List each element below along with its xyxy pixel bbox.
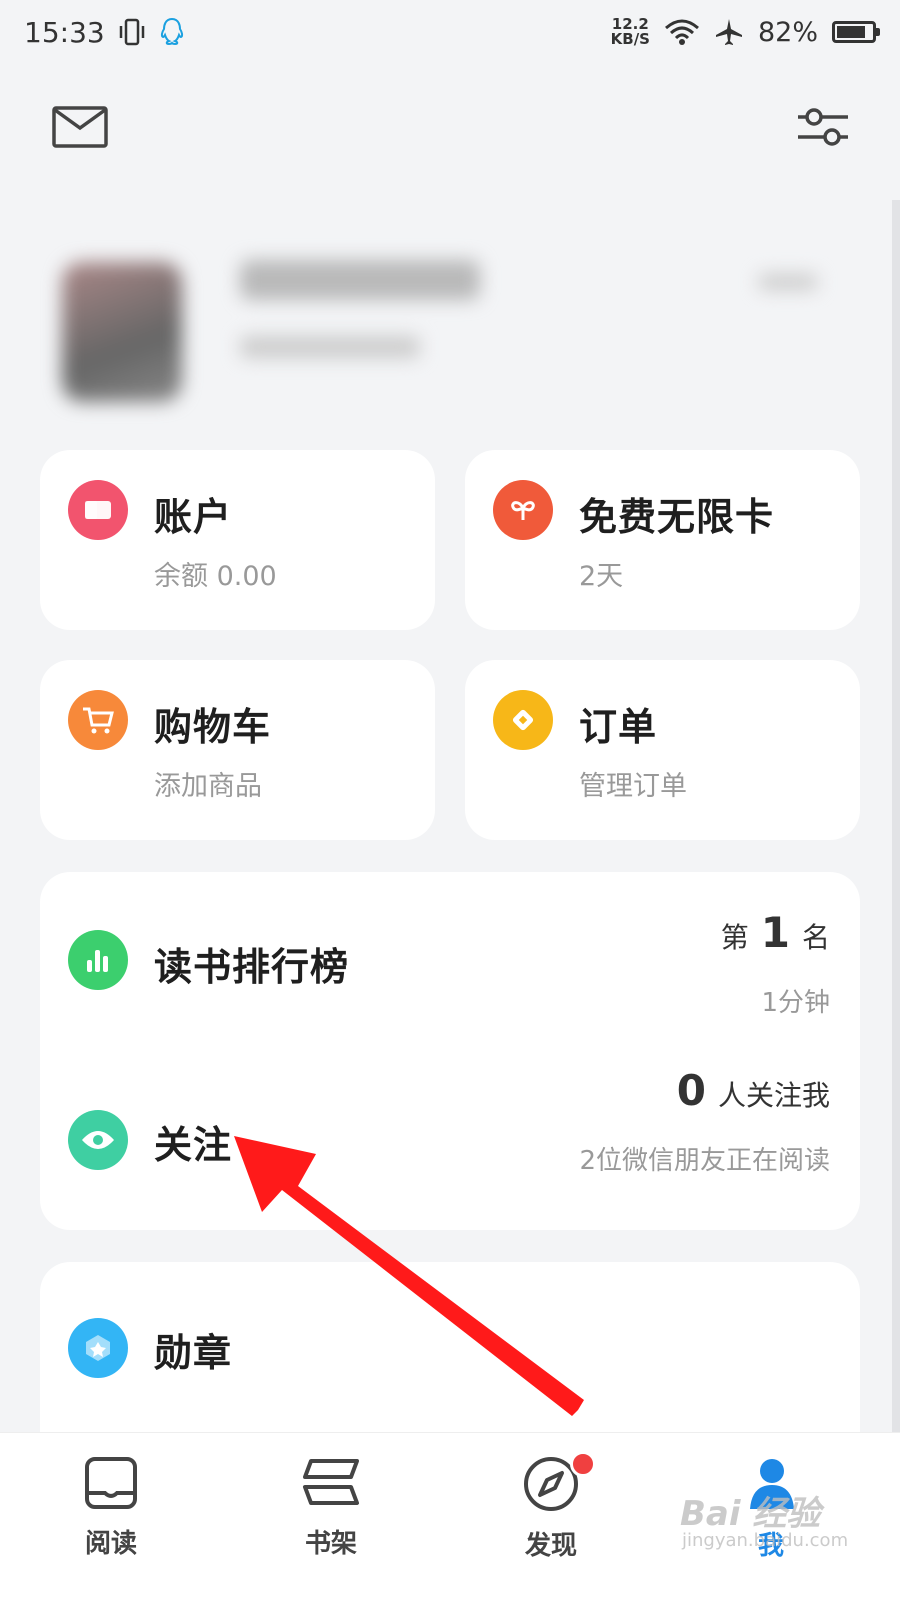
book-icon <box>85 1457 137 1509</box>
medal-title: 勋章 <box>154 1331 233 1375</box>
battery-percent: 82% <box>757 16 818 48</box>
reading-rank-title: 读书排行榜 <box>154 945 350 989</box>
orders-title: 订单 <box>579 705 658 749</box>
bookshelf-icon <box>303 1459 359 1505</box>
status-right: 12.2 KB/S 82% <box>611 16 880 48</box>
battery-icon <box>832 21 880 43</box>
rank-prefix: 第 <box>720 921 749 954</box>
profile-header[interactable] <box>40 232 888 432</box>
profile-right-blurred <box>758 274 818 290</box>
tab-bookshelf-label: 书架 <box>304 1529 357 1559</box>
settings-button[interactable] <box>796 104 850 150</box>
sliders-icon <box>798 108 848 146</box>
account-title: 账户 <box>154 495 233 539</box>
notification-dot <box>570 1451 596 1477</box>
reading-time: 1分钟 <box>761 988 830 1018</box>
avatar[interactable] <box>62 262 182 402</box>
infinity-card-icon <box>493 480 553 540</box>
rank-number: 1 <box>760 908 790 957</box>
status-bar: 15:33 12.2 KB/S 82% <box>0 0 900 64</box>
follower-count: 0 <box>676 1066 706 1115</box>
tab-read-label: 阅读 <box>84 1529 137 1559</box>
mail-icon <box>52 106 108 148</box>
orders-subtitle: 管理订单 <box>579 771 687 802</box>
bar-chart-icon <box>68 930 128 990</box>
eye-icon <box>68 1110 128 1170</box>
free-card-title: 免费无限卡 <box>579 495 775 539</box>
reading-rank-row[interactable]: 读书排行榜 第 1 名 1分钟 <box>40 872 860 1042</box>
tab-discover[interactable]: 发现 <box>496 1451 606 1562</box>
username-blurred <box>240 260 480 300</box>
status-time: 15:33 <box>24 15 105 49</box>
mail-button[interactable] <box>52 106 108 148</box>
rank-suffix: 名 <box>801 921 830 954</box>
follower-count-line: 0 人关注我 <box>677 1066 830 1115</box>
social-card: 读书排行榜 第 1 名 1分钟 关注 0 人关注我 2位微信朋友正在阅读 <box>40 872 860 1230</box>
account-balance: 余额 0.00 <box>154 561 277 592</box>
status-left: 15:33 <box>24 16 185 49</box>
cart-title: 购物车 <box>154 705 272 749</box>
watermark-brand: Bai 经验 <box>680 1494 821 1534</box>
watermark-url: jingyan.baidu.com <box>682 1530 849 1551</box>
network-speed-unit: KB/S <box>610 30 650 48</box>
medal-icon <box>68 1318 128 1378</box>
scrollbar[interactable] <box>892 200 900 1580</box>
follower-count-label: 人关注我 <box>717 1079 830 1112</box>
tab-discover-label: 发现 <box>524 1531 577 1561</box>
order-icon <box>493 690 553 750</box>
tab-bookshelf[interactable]: 书架 <box>276 1455 386 1560</box>
cart-subtitle: 添加商品 <box>154 771 262 802</box>
wifi-icon <box>664 19 699 45</box>
free-card-card[interactable]: 免费无限卡 2天 <box>465 450 860 630</box>
orders-card[interactable]: 订单 管理订单 <box>465 660 860 840</box>
tab-read[interactable]: 阅读 <box>56 1455 166 1560</box>
account-card[interactable]: 账户 余额 0.00 <box>40 450 435 630</box>
friends-reading-text: 2位微信朋友正在阅读 <box>579 1146 830 1176</box>
follow-title: 关注 <box>154 1123 233 1167</box>
wallet-icon <box>68 480 128 540</box>
rank-position: 第 1 名 <box>721 908 830 957</box>
qq-icon <box>160 17 183 46</box>
cart-card[interactable]: 购物车 添加商品 <box>40 660 435 840</box>
free-card-days: 2天 <box>579 561 624 592</box>
network-speed: 12.2 KB/S <box>611 17 650 47</box>
airplane-icon <box>715 19 742 45</box>
profile-subtitle-blurred <box>240 336 420 358</box>
cart-icon <box>68 690 128 750</box>
vibrate-icon <box>119 18 144 46</box>
follow-row[interactable]: 关注 0 人关注我 2位微信朋友正在阅读 <box>40 1048 860 1228</box>
battery-fill <box>837 26 865 38</box>
